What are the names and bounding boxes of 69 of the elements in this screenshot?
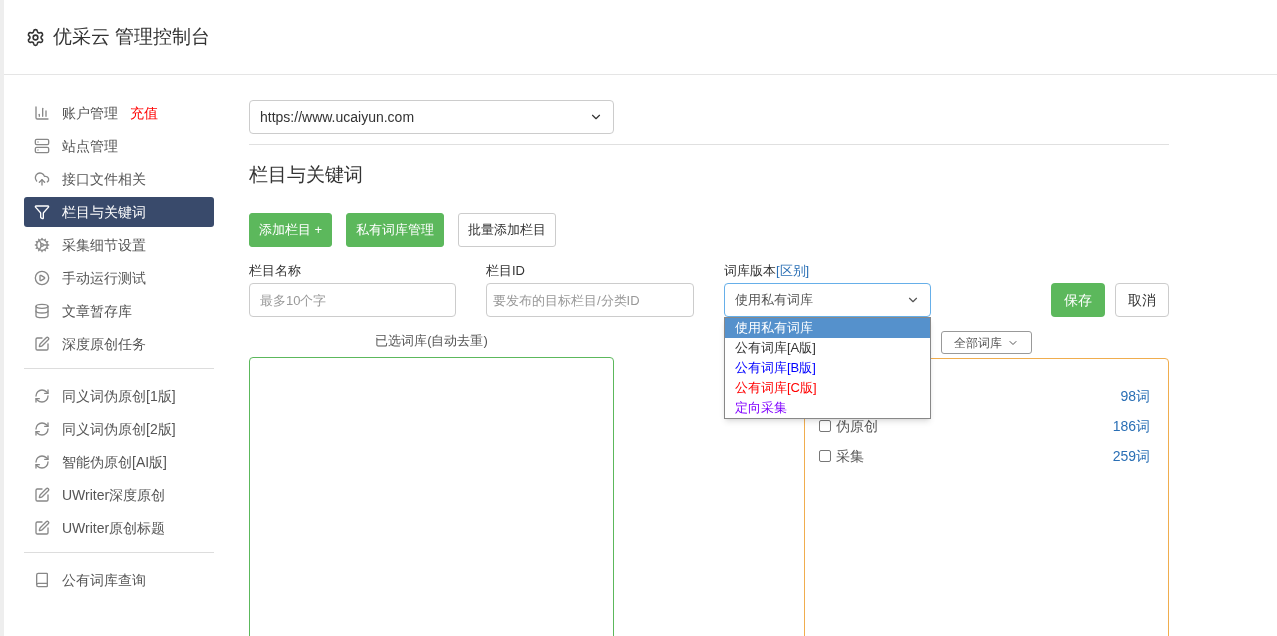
sidebar-item[interactable]: 文章暂存库 — [24, 296, 214, 326]
action-button[interactable]: 批量添加栏目 — [458, 212, 557, 247]
dropdown-option[interactable]: 定向采集 — [725, 397, 930, 418]
gear-icon — [34, 237, 50, 253]
sidebar-item[interactable]: 同义词伪原创[2版] — [24, 414, 214, 444]
word-count: 186词 — [1112, 416, 1150, 436]
checkbox[interactable] — [819, 450, 831, 462]
panel-title: 已选词库(自动去重) — [375, 332, 488, 350]
dropdown-option[interactable]: 公有词库[A版] — [725, 337, 930, 358]
refresh-icon — [34, 388, 50, 404]
field-label: 词库版本 — [724, 261, 776, 280]
dropdown-option[interactable]: 公有词库[B版] — [725, 357, 930, 378]
sidebar-label: 账户管理 — [62, 103, 118, 123]
sidebar-label: 栏目与关键词 — [62, 202, 146, 222]
library-name: 采集 — [836, 446, 864, 466]
sidebar-item[interactable]: 智能伪原创[AI版] — [24, 447, 214, 477]
server-icon — [34, 138, 50, 154]
play-icon — [34, 270, 50, 286]
bar-chart-icon — [34, 105, 50, 121]
database-icon — [34, 303, 50, 319]
sidebar-label: 站点管理 — [62, 136, 118, 156]
edit-icon — [34, 487, 50, 503]
word-count: 98词 — [1120, 386, 1150, 406]
sidebar-item[interactable]: 栏目与关键词 — [24, 197, 214, 227]
site-select[interactable]: https://www.ucaiyun.com — [249, 100, 614, 134]
cloud-upload-icon — [34, 171, 50, 187]
sidebar-label: 公有词库查询 — [62, 570, 146, 590]
sidebar-label: UWriter原创标题 — [62, 518, 166, 538]
sidebar-label: 手动运行测试 — [62, 268, 146, 288]
sidebar-item[interactable]: UWriter原创标题 — [24, 513, 214, 543]
sidebar-label: 深度原创任务 — [62, 334, 146, 354]
refresh-icon — [34, 421, 50, 437]
sidebar-label: 采集细节设置 — [62, 235, 146, 255]
console-title: 优采云 管理控制台 — [53, 24, 211, 49]
word-count: 259词 — [1112, 446, 1150, 466]
sidebar-item[interactable]: 同义词伪原创[1版] — [24, 381, 214, 411]
sidebar-item[interactable]: 深度原创任务 — [24, 329, 214, 359]
edit-icon — [34, 336, 50, 352]
category-id-field[interactable]: 要发布的目标栏目/分类ID — [486, 283, 694, 317]
refresh-icon — [34, 454, 50, 470]
name-field[interactable]: 最多10个字 — [249, 283, 456, 317]
section-heading: 栏目与关键词 — [249, 163, 363, 187]
sidebar-label: 同义词伪原创[2版] — [62, 419, 176, 439]
recharge-link[interactable]: 充值 — [130, 102, 158, 124]
sidebar-item[interactable]: 手动运行测试 — [24, 263, 214, 293]
edit-icon — [34, 520, 50, 536]
library-version-select[interactable]: 使用私有词库 — [724, 283, 931, 317]
sidebar-label: 同义词伪原创[1版] — [62, 386, 176, 406]
sidebar-item[interactable]: 公有词库查询 — [24, 565, 214, 595]
checkbox[interactable] — [819, 420, 831, 432]
sidebar-item[interactable]: UWriter深度原创 — [24, 480, 214, 510]
library-filter-select[interactable]: 全部词库 — [941, 331, 1032, 354]
sidebar-label: 接口文件相关 — [62, 169, 146, 189]
sidebar-item[interactable]: 站点管理 — [24, 131, 214, 161]
sidebar-item[interactable]: 账户管理 充值 — [24, 98, 214, 128]
cancel-button[interactable]: 取消 — [1115, 283, 1169, 317]
filter-icon — [34, 204, 50, 220]
dropdown-option[interactable]: 公有词库[C版] — [725, 377, 930, 398]
sidebar-item[interactable]: 采集细节设置 — [24, 230, 214, 260]
sidebar-item[interactable]: 接口文件相关 — [24, 164, 214, 194]
book-icon — [34, 572, 50, 588]
field-label: 栏目ID — [486, 261, 525, 280]
field-label: 栏目名称 — [249, 261, 301, 280]
difference-link[interactable]: [区别] — [776, 260, 810, 280]
sidebar-label: UWriter深度原创 — [62, 485, 166, 505]
settings-icon — [26, 27, 45, 47]
sidebar-label: 智能伪原创[AI版] — [62, 452, 167, 472]
sidebar-label: 文章暂存库 — [62, 301, 132, 321]
library-name: 伪原创 — [836, 416, 878, 436]
